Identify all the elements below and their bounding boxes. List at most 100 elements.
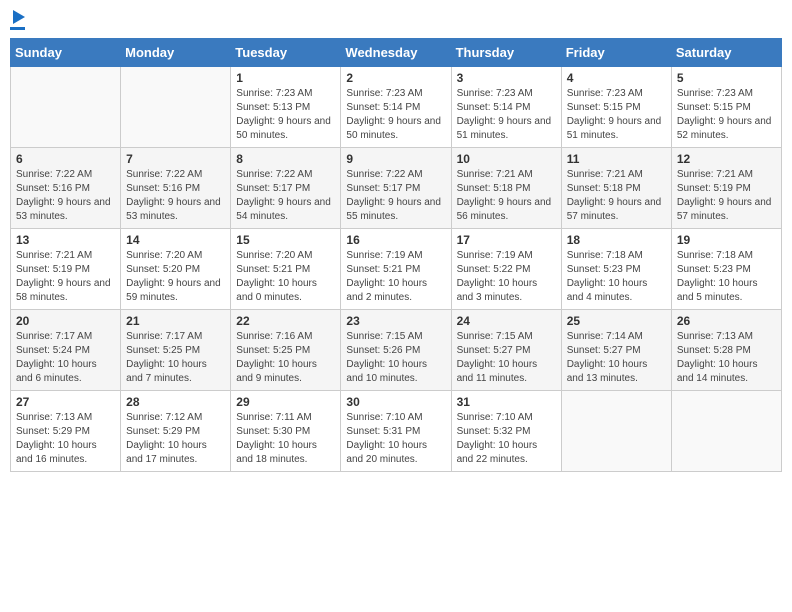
day-number: 9 [346, 152, 445, 166]
calendar-cell: 23 Sunrise: 7:15 AM Sunset: 5:26 PM Dayli… [341, 310, 451, 391]
calendar-cell: 25Sunrise: 7:14 AM Sunset: 5:27 PM Dayli… [561, 310, 671, 391]
day-info: Sunrise: 7:22 AM Sunset: 5:17 PM Dayligh… [346, 168, 445, 224]
day-info: Sunrise: 7:20 AM Sunset: 5:20 PM Dayligh… [126, 249, 225, 305]
weekday-header-friday: Friday [561, 39, 671, 67]
day-number: 5 [677, 71, 776, 85]
logo-icon [10, 10, 25, 30]
calendar-cell: 16Sunrise: 7:19 AM Sunset: 5:21 PM Dayli… [341, 229, 451, 310]
calendar-cell: 10 Sunrise: 7:21 AM Sunset: 5:18 PM Dayli… [451, 148, 561, 229]
day-number: 19 [677, 233, 776, 247]
calendar-cell: 21Sunrise: 7:17 AM Sunset: 5:25 PM Dayli… [121, 310, 231, 391]
calendar-cell: 8 Sunrise: 7:22 AM Sunset: 5:17 PM Daylig… [231, 148, 341, 229]
day-number: 30 [346, 395, 445, 409]
calendar-cell: 2Sunrise: 7:23 AM Sunset: 5:14 PM Daylig… [341, 67, 451, 148]
weekday-header-row: SundayMondayTuesdayWednesdayThursdayFrid… [11, 39, 782, 67]
calendar-cell: 13 Sunrise: 7:21 AM Sunset: 5:19 PM Dayli… [11, 229, 121, 310]
calendar-cell: 4 Sunrise: 7:23 AM Sunset: 5:15 PM Daylig… [561, 67, 671, 148]
logo [10, 10, 29, 30]
day-number: 23 [346, 314, 445, 328]
calendar-cell: 3 Sunrise: 7:23 AM Sunset: 5:14 PM Daylig… [451, 67, 561, 148]
day-info: Sunrise: 7:16 AM Sunset: 5:25 PM Dayligh… [236, 330, 335, 386]
calendar-week-row: 1 Sunrise: 7:23 AM Sunset: 5:13 PM Daylig… [11, 67, 782, 148]
day-number: 4 [567, 71, 666, 85]
day-number: 7 [126, 152, 225, 166]
day-number: 31 [457, 395, 556, 409]
weekday-header-saturday: Saturday [671, 39, 781, 67]
day-number: 1 [236, 71, 335, 85]
calendar-cell: 19 Sunrise: 7:18 AM Sunset: 5:23 PM Dayli… [671, 229, 781, 310]
calendar-cell: 20 Sunrise: 7:17 AM Sunset: 5:24 PM Dayli… [11, 310, 121, 391]
day-number: 16 [346, 233, 445, 247]
calendar-cell: 28 Sunrise: 7:12 AM Sunset: 5:29 PM Dayli… [121, 391, 231, 472]
day-number: 6 [16, 152, 115, 166]
day-info: Sunrise: 7:20 AM Sunset: 5:21 PM Dayligh… [236, 249, 335, 305]
day-info: Sunrise: 7:10 AM Sunset: 5:32 PM Dayligh… [457, 411, 556, 467]
day-number: 13 [16, 233, 115, 247]
calendar-cell: 29 Sunrise: 7:11 AM Sunset: 5:30 PM Dayli… [231, 391, 341, 472]
day-number: 3 [457, 71, 556, 85]
day-number: 11 [567, 152, 666, 166]
weekday-header-monday: Monday [121, 39, 231, 67]
calendar-cell: 31 Sunrise: 7:10 AM Sunset: 5:32 PM Dayli… [451, 391, 561, 472]
logo-blue-part [10, 10, 25, 26]
day-info: Sunrise: 7:23 AM Sunset: 5:13 PM Dayligh… [236, 87, 335, 143]
calendar-cell: 24Sunrise: 7:15 AM Sunset: 5:27 PM Dayli… [451, 310, 561, 391]
calendar-cell [11, 67, 121, 148]
day-info: Sunrise: 7:22 AM Sunset: 5:16 PM Dayligh… [126, 168, 225, 224]
calendar-cell: 14 Sunrise: 7:20 AM Sunset: 5:20 PM Dayli… [121, 229, 231, 310]
day-info: Sunrise: 7:11 AM Sunset: 5:30 PM Dayligh… [236, 411, 335, 467]
logo-underline [10, 27, 25, 30]
calendar-cell: 12Sunrise: 7:21 AM Sunset: 5:19 PM Dayli… [671, 148, 781, 229]
day-number: 10 [457, 152, 556, 166]
page-header [10, 10, 782, 30]
day-number: 27 [16, 395, 115, 409]
day-number: 29 [236, 395, 335, 409]
calendar-week-row: 6 Sunrise: 7:22 AM Sunset: 5:16 PM Daylig… [11, 148, 782, 229]
day-number: 26 [677, 314, 776, 328]
weekday-header-wednesday: Wednesday [341, 39, 451, 67]
day-info: Sunrise: 7:14 AM Sunset: 5:27 PM Dayligh… [567, 330, 666, 386]
day-info: Sunrise: 7:17 AM Sunset: 5:24 PM Dayligh… [16, 330, 115, 386]
day-number: 20 [16, 314, 115, 328]
day-info: Sunrise: 7:23 AM Sunset: 5:14 PM Dayligh… [346, 87, 445, 143]
calendar-cell: 9 Sunrise: 7:22 AM Sunset: 5:17 PM Daylig… [341, 148, 451, 229]
day-info: Sunrise: 7:21 AM Sunset: 5:19 PM Dayligh… [16, 249, 115, 305]
calendar-cell: 27 Sunrise: 7:13 AM Sunset: 5:29 PM Dayli… [11, 391, 121, 472]
day-number: 18 [567, 233, 666, 247]
day-number: 22 [236, 314, 335, 328]
day-number: 28 [126, 395, 225, 409]
day-info: Sunrise: 7:21 AM Sunset: 5:18 PM Dayligh… [457, 168, 556, 224]
calendar-cell [671, 391, 781, 472]
day-info: Sunrise: 7:21 AM Sunset: 5:18 PM Dayligh… [567, 168, 666, 224]
calendar-cell: 5Sunrise: 7:23 AM Sunset: 5:15 PM Daylig… [671, 67, 781, 148]
day-info: Sunrise: 7:10 AM Sunset: 5:31 PM Dayligh… [346, 411, 445, 467]
calendar-week-row: 13 Sunrise: 7:21 AM Sunset: 5:19 PM Dayli… [11, 229, 782, 310]
day-info: Sunrise: 7:15 AM Sunset: 5:27 PM Dayligh… [457, 330, 556, 386]
day-info: Sunrise: 7:19 AM Sunset: 5:22 PM Dayligh… [457, 249, 556, 305]
day-info: Sunrise: 7:15 AM Sunset: 5:26 PM Dayligh… [346, 330, 445, 386]
calendar-cell: 1 Sunrise: 7:23 AM Sunset: 5:13 PM Daylig… [231, 67, 341, 148]
calendar-cell: 30 Sunrise: 7:10 AM Sunset: 5:31 PM Dayli… [341, 391, 451, 472]
day-number: 14 [126, 233, 225, 247]
day-info: Sunrise: 7:13 AM Sunset: 5:29 PM Dayligh… [16, 411, 115, 467]
calendar-cell: 18Sunrise: 7:18 AM Sunset: 5:23 PM Dayli… [561, 229, 671, 310]
calendar-body: 1 Sunrise: 7:23 AM Sunset: 5:13 PM Daylig… [11, 67, 782, 472]
day-number: 8 [236, 152, 335, 166]
day-info: Sunrise: 7:18 AM Sunset: 5:23 PM Dayligh… [677, 249, 776, 305]
day-info: Sunrise: 7:23 AM Sunset: 5:14 PM Dayligh… [457, 87, 556, 143]
day-info: Sunrise: 7:22 AM Sunset: 5:17 PM Dayligh… [236, 168, 335, 224]
calendar-cell: 22 Sunrise: 7:16 AM Sunset: 5:25 PM Dayli… [231, 310, 341, 391]
day-info: Sunrise: 7:21 AM Sunset: 5:19 PM Dayligh… [677, 168, 776, 224]
weekday-header-sunday: Sunday [11, 39, 121, 67]
calendar-cell: 11 Sunrise: 7:21 AM Sunset: 5:18 PM Dayli… [561, 148, 671, 229]
calendar-cell [561, 391, 671, 472]
day-number: 17 [457, 233, 556, 247]
calendar-cell: 15Sunrise: 7:20 AM Sunset: 5:21 PM Dayli… [231, 229, 341, 310]
day-info: Sunrise: 7:17 AM Sunset: 5:25 PM Dayligh… [126, 330, 225, 386]
calendar-cell: 26Sunrise: 7:13 AM Sunset: 5:28 PM Dayli… [671, 310, 781, 391]
day-info: Sunrise: 7:12 AM Sunset: 5:29 PM Dayligh… [126, 411, 225, 467]
calendar-cell [121, 67, 231, 148]
calendar-week-row: 20 Sunrise: 7:17 AM Sunset: 5:24 PM Dayli… [11, 310, 782, 391]
day-info: Sunrise: 7:23 AM Sunset: 5:15 PM Dayligh… [567, 87, 666, 143]
calendar-table: SundayMondayTuesdayWednesdayThursdayFrid… [10, 38, 782, 472]
